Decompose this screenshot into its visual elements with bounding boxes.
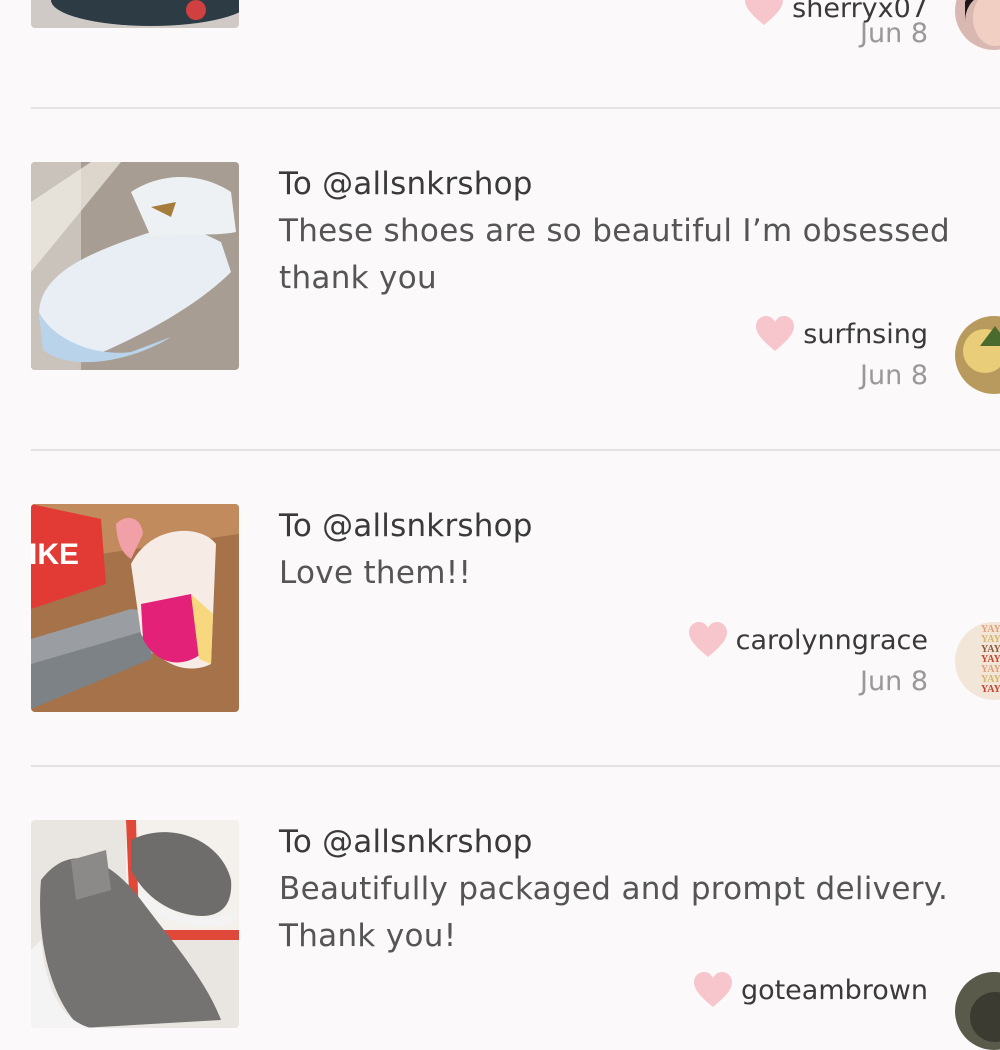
svg-text:YAY: YAY bbox=[981, 684, 1000, 695]
review-date: Jun 8 bbox=[860, 18, 928, 49]
review-date: Jun 8 bbox=[860, 360, 928, 391]
reviewer[interactable]: surfnsing bbox=[755, 316, 928, 352]
reviewer-username[interactable]: carolynngrace bbox=[736, 625, 928, 656]
avatar[interactable] bbox=[955, 0, 1000, 50]
divider bbox=[31, 449, 1000, 451]
review-date: Jun 8 bbox=[860, 666, 928, 697]
review-photo[interactable] bbox=[31, 820, 239, 1028]
reviewer-username[interactable]: surfnsing bbox=[803, 319, 928, 350]
avatar[interactable] bbox=[955, 972, 1000, 1050]
review-photo[interactable] bbox=[31, 162, 239, 370]
review-message: These shoes are so beautiful I’m obsesse… bbox=[279, 213, 950, 296]
reviews-feed: sherryx07 Jun 8 To @allsnkrshop These sh… bbox=[0, 0, 1000, 1050]
avatar[interactable]: YAY YAY YAY YAY YAY YAY YAY bbox=[955, 622, 1000, 700]
reviewer[interactable]: goteambrown bbox=[693, 972, 928, 1008]
review-photo[interactable]: IKE bbox=[31, 504, 239, 712]
review-recipient: To @allsnkrshop bbox=[279, 508, 533, 544]
box-logo: IKE bbox=[31, 538, 79, 571]
heart-icon[interactable] bbox=[744, 0, 784, 26]
review-recipient: To @allsnkrshop bbox=[279, 166, 533, 202]
heart-icon[interactable] bbox=[693, 972, 733, 1008]
divider bbox=[31, 765, 1000, 767]
review-recipient: To @allsnkrshop bbox=[279, 824, 533, 860]
review-message: Love them!! bbox=[279, 555, 472, 591]
review-message: Beautifully packaged and prompt delivery… bbox=[279, 871, 949, 954]
avatar[interactable] bbox=[955, 316, 1000, 394]
reviewer-username[interactable]: goteambrown bbox=[741, 975, 928, 1006]
reviewer[interactable]: carolynngrace bbox=[688, 622, 928, 658]
divider bbox=[31, 107, 1000, 109]
heart-icon[interactable] bbox=[688, 622, 728, 658]
heart-icon[interactable] bbox=[755, 316, 795, 352]
review-photo[interactable] bbox=[31, 0, 239, 28]
